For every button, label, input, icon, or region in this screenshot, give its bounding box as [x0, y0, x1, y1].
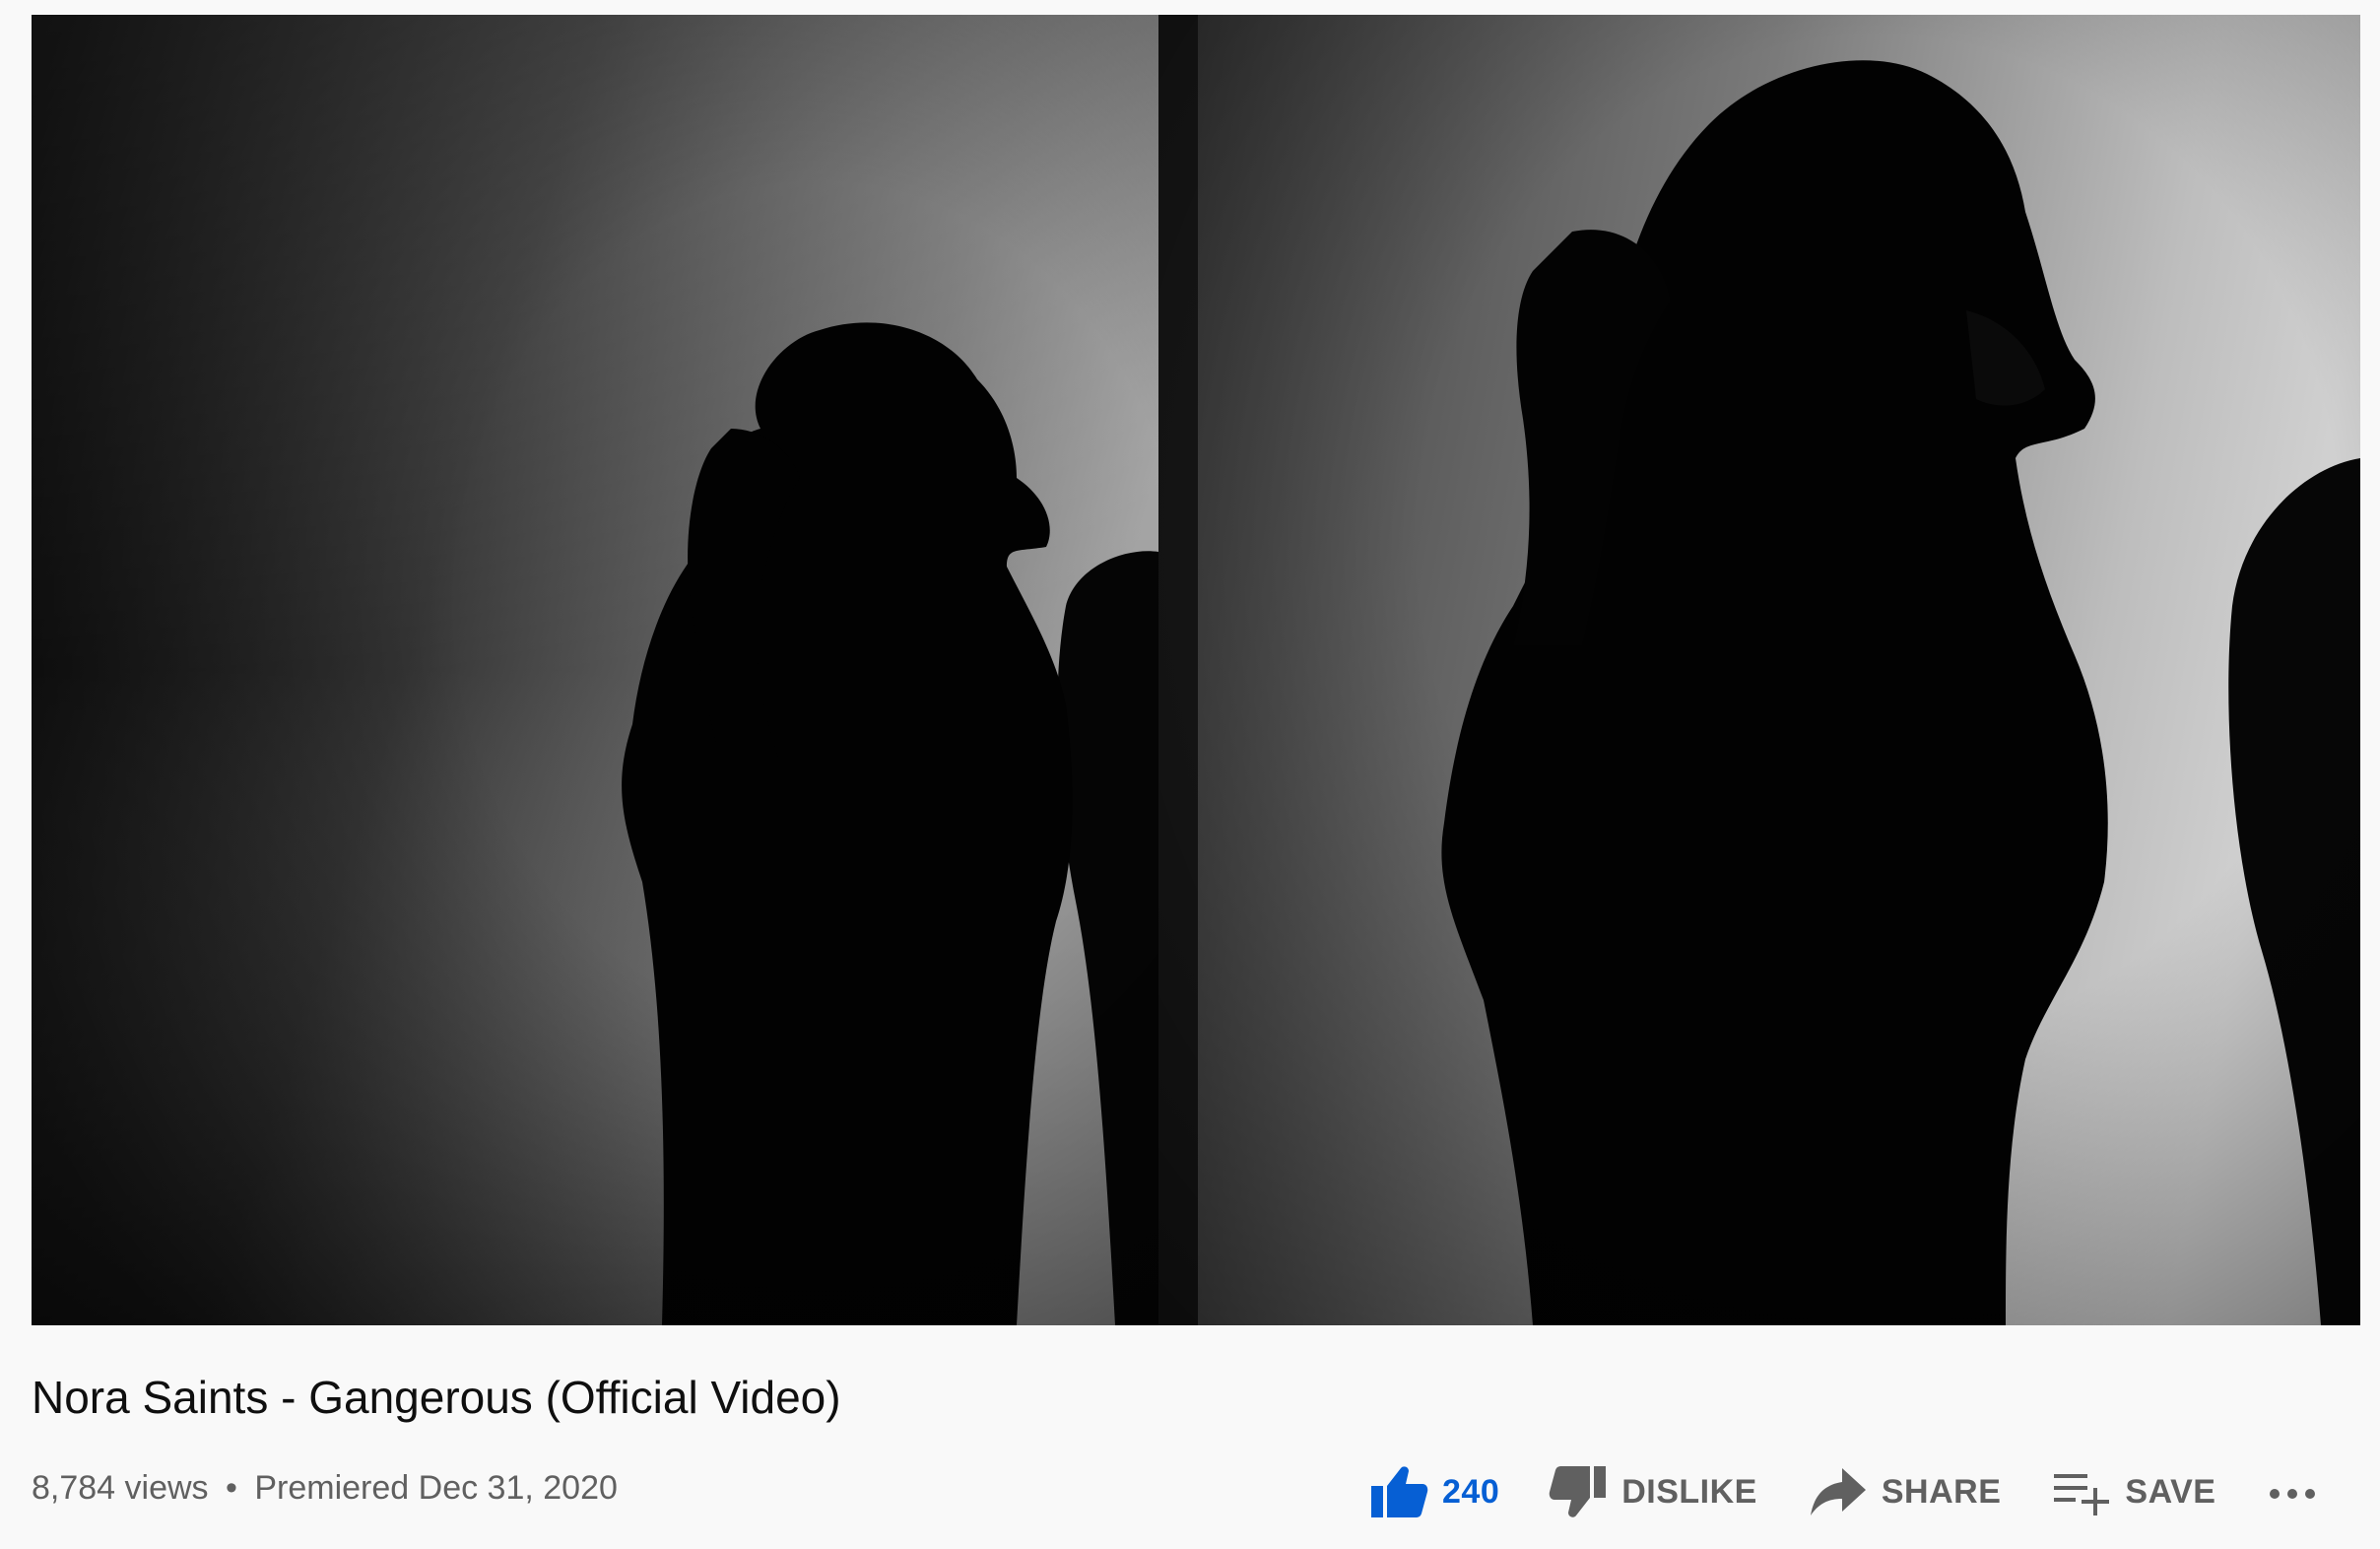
share-button[interactable]: SHARE — [1807, 1462, 2002, 1521]
video-actions: 240 DISLIKE SHARE SAVE — [1367, 1462, 2320, 1521]
info-separator: • — [226, 1469, 237, 1507]
save-button[interactable]: SAVE — [2050, 1462, 2215, 1521]
video-player[interactable] — [32, 15, 2360, 1325]
share-arrow-icon — [1810, 1468, 1866, 1515]
watch-page: Nora Saints - Gangerous (Official Video)… — [0, 0, 2380, 1549]
thumb-down-icon — [1549, 1466, 1607, 1517]
video-still-left — [32, 15, 1158, 1325]
more-actions-button[interactable] — [2265, 1462, 2320, 1521]
view-count: 8,784 views — [32, 1469, 209, 1507]
video-info: 8,784 views • Premiered Dec 31, 2020 — [32, 1466, 618, 1510]
thumb-up-icon — [1371, 1466, 1428, 1517]
save-label: SAVE — [2125, 1472, 2216, 1511]
more-horizontal-icon — [2270, 1489, 2316, 1499]
video-frame-right — [1158, 15, 2360, 1325]
premiere-date: Premiered Dec 31, 2020 — [254, 1469, 618, 1507]
dislike-button[interactable]: DISLIKE — [1547, 1462, 1757, 1521]
playlist-add-icon — [2054, 1474, 2110, 1515]
like-count: 240 — [1442, 1472, 1500, 1511]
like-button[interactable]: 240 — [1367, 1462, 1499, 1521]
video-still-right — [1158, 15, 2360, 1325]
share-label: SHARE — [1881, 1472, 2002, 1511]
video-frame-left — [32, 15, 1158, 1325]
video-title: Nora Saints - Gangerous (Official Video) — [32, 1372, 841, 1423]
dislike-label: DISLIKE — [1621, 1472, 1757, 1511]
